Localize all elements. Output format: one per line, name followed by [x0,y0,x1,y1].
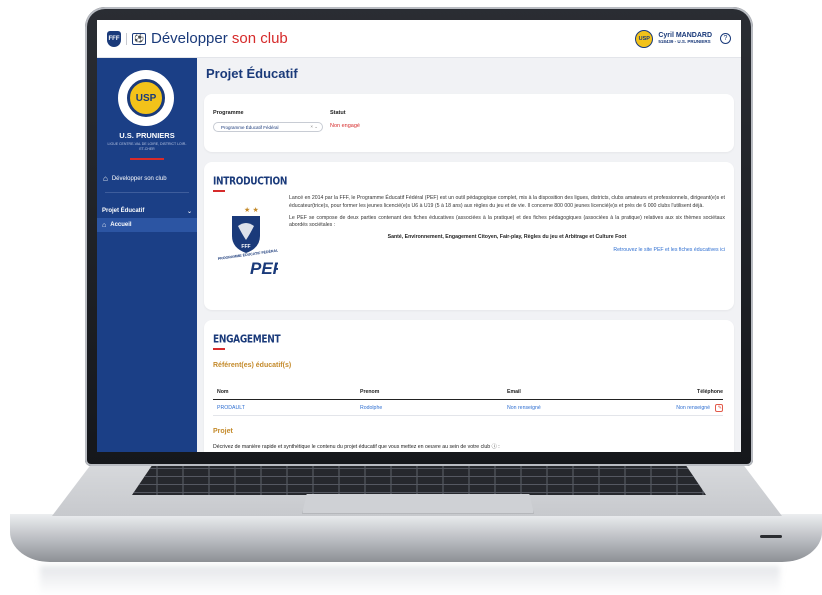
user-club-id: 518439 - U.S. PRUNIERS [658,38,711,44]
laptop-notch [760,535,782,538]
home-icon: ⌂ [102,221,107,229]
sidebar-section-label: Projet Éducatif [102,208,145,214]
pef-logo-text: PEF [250,259,278,278]
projet-description: Décrivez de manière rapide et synthétiqu… [213,444,500,450]
club-divider [130,158,164,160]
select-clear-chevron-icon[interactable]: × ⌄ [310,124,322,130]
engagement-card: ENGAGEMENT Référent(es) éducatif(s) Nom … [204,320,734,452]
svg-text:★ ★: ★ ★ [244,206,259,214]
pef-site-link[interactable]: Retrouvez le site PEF et les fiches éduc… [289,247,725,255]
intro-paragraph-1: Lancé en 2014 par la FFF, le Programme É… [289,195,725,209]
section-rule [213,190,225,192]
sidebar-item-label: Accueil [110,222,132,228]
programme-label: Programme [213,110,244,116]
chevron-down-icon: ⌄ [186,208,192,215]
cell-prenom: Rodolphe [360,404,383,411]
table-row: PRODAULT Rodolphe Non renseigné Non rens… [213,400,723,416]
status-badge: Non engagé [330,123,360,129]
engagement-title: ENGAGEMENT [213,334,281,346]
sidebar: USP U.S. PRUNIERS LIGUE CENTRE-VAL DE LO… [97,58,197,452]
column-header-prenom: Prenom [360,388,380,395]
app-title-accent: son club [231,30,288,47]
club-name: U.S. PRUNIERS [119,131,175,140]
pef-logo-icon: ★ ★ FFF PEF PROGRAMME ÉDUCATIF FÉDÉRAL [217,206,278,278]
page-title: Projet Éducatif [206,66,298,81]
laptop-base-front [10,514,822,562]
help-icon[interactable]: ? [720,33,731,44]
app-title[interactable]: Développer son club [151,30,288,47]
projet-title: Projet [213,428,233,435]
cell-telephone-value: Non renseigné [676,404,710,411]
sidebar-item-accueil[interactable]: ⌂ Accueil [97,218,197,232]
top-bar: FFF ⚽ Développer son club USP Cyril MAND… [97,20,741,58]
referents-title: Référent(es) éducatif(s) [213,362,292,369]
programme-select[interactable]: Programme Éducatif Fédéral × ⌄ [213,122,323,132]
app-title-main: Développer [151,30,228,47]
introduction-card: INTRODUCTION ★ ★ FFF PEF PROGRAMME ÉDUCA… [204,162,734,310]
cell-email: Non renseigné [507,404,541,411]
fff-logo-icon[interactable]: FFF [107,30,121,47]
column-header-nom: Nom [217,388,229,395]
sidebar-item-developper[interactable]: ⌂ Développer son club [103,174,167,183]
introduction-title: INTRODUCTION [213,176,288,188]
sidebar-divider [105,192,189,193]
programme-card: Programme Statut Programme Éducatif Fédé… [204,94,734,152]
sidebar-item-label: Développer son club [111,175,167,182]
introduction-text: Lancé en 2014 par la FFF, le Programme É… [289,195,725,255]
user-info: Cyril MANDARD 518439 - U.S. PRUNIERS [658,32,712,44]
edit-icon[interactable]: ✎ [715,403,723,412]
header-separator [126,32,127,45]
user-club-logo-icon: USP [635,29,654,48]
club-league: LIGUE CENTRE-VAL DE LOIRE, DISTRICT LOIR… [107,142,187,151]
laptop-reflection [40,566,780,595]
cell-nom: PRODAULT [217,404,245,411]
cell-telephone: Non renseigné ✎ [654,403,723,412]
column-header-email: Email [507,388,521,395]
statut-label: Statut [330,110,346,116]
pef-logo-fff: FFF [241,244,250,250]
section-rule [213,348,225,350]
intro-paragraph-2: Le PEF se compose de deux parties conten… [289,214,725,229]
programme-select-value: Programme Éducatif Fédéral [221,124,279,130]
home-icon: ⌂ [103,174,108,183]
laptop-keyboard-rows [132,461,706,495]
club-badge-logo-icon: USP [127,79,165,117]
laptop-screen: FFF ⚽ Développer son club USP Cyril MAND… [97,20,741,452]
column-header-telephone: Téléphone [697,388,723,395]
intro-themes: Santé, Environnement, Engagement Citoyen… [387,234,627,241]
user-area[interactable]: USP Cyril MANDARD 518439 - U.S. PRUNIERS… [635,29,741,48]
table-header-row: Nom Prenom Email Téléphone [213,384,723,400]
main-content: Projet Éducatif Programme Statut Program… [197,58,741,452]
laptop-trackpad [302,494,534,514]
sidebar-section-projet-educatif[interactable]: Projet Éducatif ⌄ [97,204,197,218]
referents-table: Nom Prenom Email Téléphone PRODAULT Rodo… [213,384,723,416]
club-badge: USP [118,70,174,126]
club-icon: ⚽ [132,32,146,45]
